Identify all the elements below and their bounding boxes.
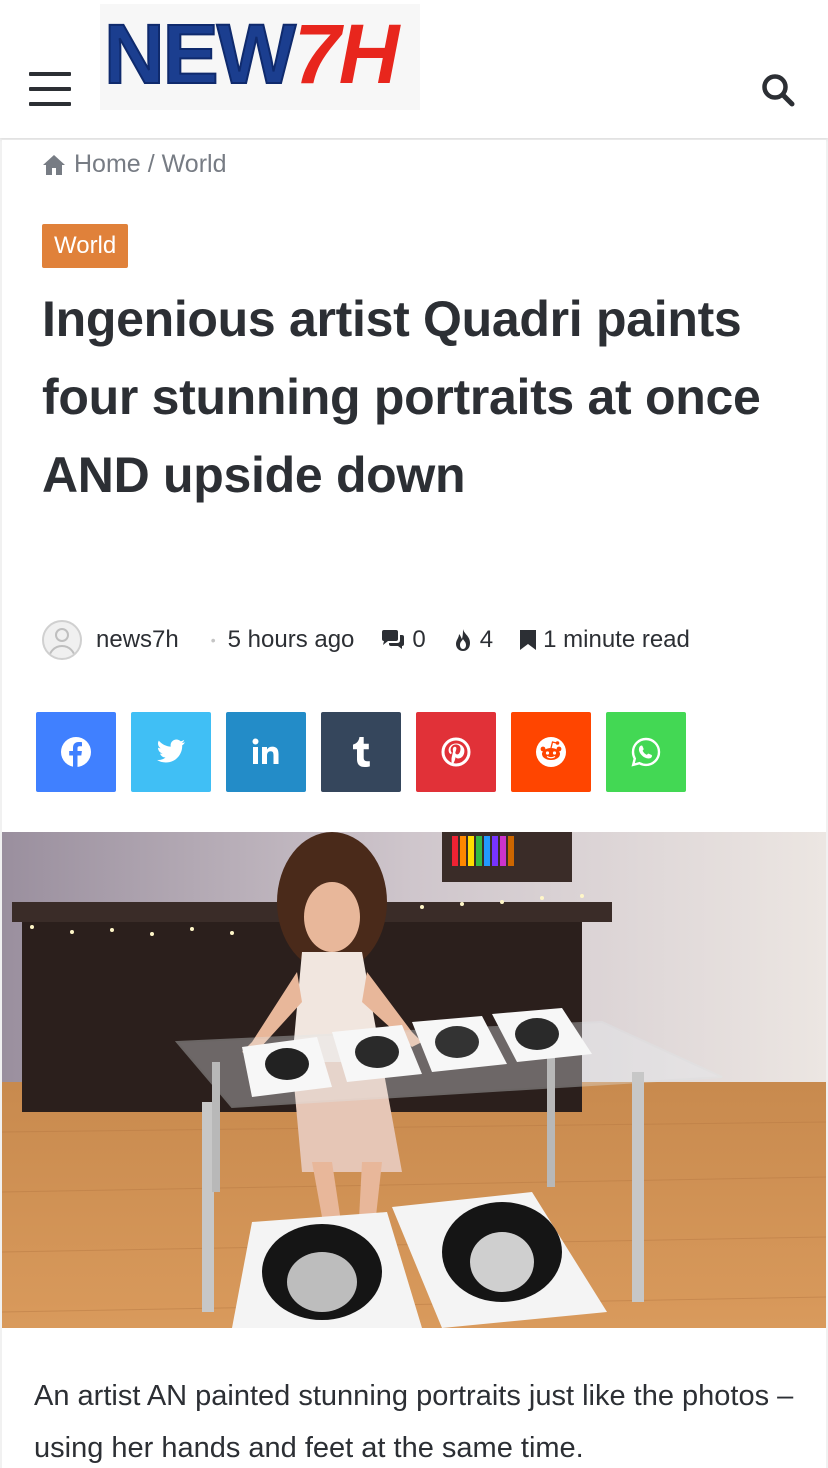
article-lead-paragraph: An artist AN painted stunning portraits … bbox=[34, 1380, 794, 1464]
read-time-text: 1 minute read bbox=[543, 626, 690, 653]
breadcrumb: Home / World bbox=[42, 150, 226, 179]
view-count: 4 bbox=[452, 626, 493, 654]
twitter-icon bbox=[156, 739, 185, 763]
home-icon bbox=[43, 154, 65, 175]
category-badge[interactable]: World bbox=[42, 224, 129, 268]
post-time-text: 5 hours ago bbox=[227, 626, 355, 653]
hamburger-icon-bar bbox=[29, 87, 71, 91]
breadcrumb-separator: / bbox=[147, 150, 155, 178]
pinterest-icon bbox=[441, 737, 471, 767]
share-twitter-button[interactable] bbox=[131, 712, 211, 792]
read-time: 1 minute read bbox=[519, 626, 690, 654]
share-pinterest-button[interactable] bbox=[416, 712, 496, 792]
facebook-icon bbox=[61, 737, 91, 767]
comment-count[interactable]: 0 bbox=[380, 626, 426, 654]
site-logo[interactable]: NEW7H bbox=[100, 4, 420, 110]
view-count-text: 4 bbox=[479, 626, 494, 653]
article-meta: news7h • 5 hours ago 0 4 1 minute read bbox=[42, 618, 802, 662]
share-reddit-button[interactable] bbox=[511, 712, 591, 792]
article-card: Home / World World Ingenious artist Quad… bbox=[2, 140, 826, 1468]
breadcrumb-home-link[interactable]: Home bbox=[74, 150, 141, 179]
fire-icon bbox=[455, 629, 470, 651]
search-icon[interactable] bbox=[760, 72, 796, 108]
bookmark-icon bbox=[520, 630, 537, 650]
share-buttons bbox=[36, 712, 701, 792]
featured-photo bbox=[2, 832, 826, 1328]
reddit-icon bbox=[536, 737, 566, 767]
article-featured-image bbox=[2, 832, 826, 1328]
comment-count-text: 0 bbox=[412, 626, 426, 653]
hamburger-icon-bar bbox=[29, 102, 71, 106]
tumblr-icon bbox=[353, 737, 370, 767]
share-tumblr-button[interactable] bbox=[321, 712, 401, 792]
site-header: NEW7H bbox=[0, 0, 828, 138]
linkedin-icon bbox=[252, 738, 279, 764]
author-name[interactable]: news7h bbox=[96, 626, 179, 654]
logo-text-7h: 7H bbox=[293, 7, 399, 101]
hamburger-icon-bar bbox=[29, 72, 71, 76]
author-avatar[interactable] bbox=[42, 620, 82, 660]
menu-button[interactable] bbox=[29, 72, 71, 106]
comments-icon bbox=[382, 630, 405, 649]
post-time: 5 hours ago bbox=[228, 626, 355, 654]
breadcrumb-current: World bbox=[161, 150, 227, 178]
meta-dot: • bbox=[210, 632, 216, 648]
whatsapp-icon bbox=[631, 737, 661, 767]
share-facebook-button[interactable] bbox=[36, 712, 116, 792]
logo-text-new: NEW bbox=[103, 7, 297, 101]
article-title: Ingenious artist Quadri paints four stun… bbox=[42, 291, 761, 503]
share-whatsapp-button[interactable] bbox=[606, 712, 686, 792]
share-linkedin-button[interactable] bbox=[226, 712, 306, 792]
